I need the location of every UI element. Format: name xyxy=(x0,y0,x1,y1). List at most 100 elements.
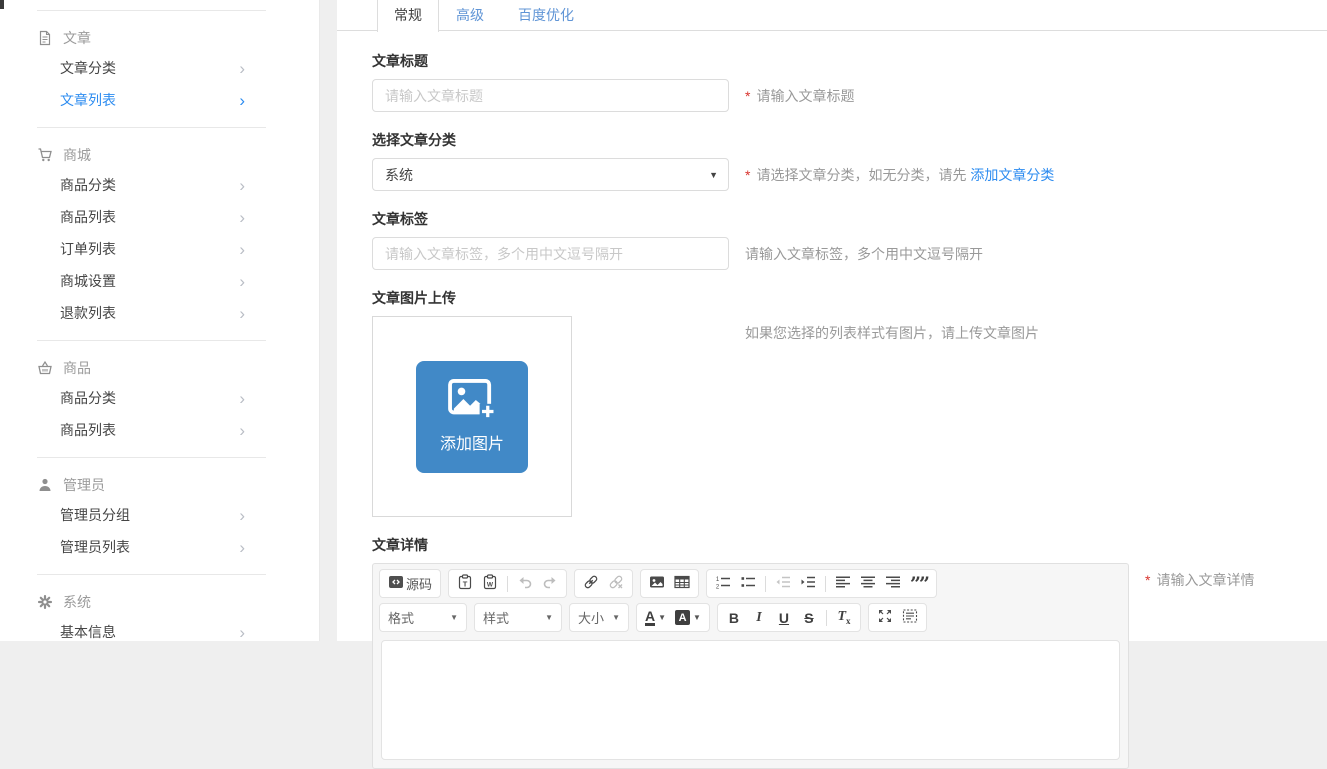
svg-text:1: 1 xyxy=(716,577,720,583)
align-left-button[interactable] xyxy=(835,574,851,594)
ordered-list-button[interactable]: 12 xyxy=(715,574,731,594)
section-title: 文章 xyxy=(63,28,91,48)
sidebar-item-product-list[interactable]: 商品列表 › xyxy=(0,414,319,446)
dropdown-arrow-icon: ▼ xyxy=(450,613,458,622)
toolbar-separator xyxy=(826,610,827,626)
sidebar-item-admin-list[interactable]: 管理员列表 › xyxy=(0,531,319,563)
insert-table-button[interactable] xyxy=(674,574,690,594)
sidebar-section-article: 文章 文章分类 › 文章列表 › xyxy=(0,11,319,127)
chevron-right-icon: › xyxy=(239,60,245,77)
tab-baidu-seo[interactable]: 百度优化 xyxy=(501,0,591,30)
add-image-label: 添加图片 xyxy=(440,430,504,454)
tab-advanced[interactable]: 高级 xyxy=(439,0,501,30)
sidebar-item-article-category[interactable]: 文章分类 › xyxy=(0,52,319,84)
article-tags-input[interactable] xyxy=(372,237,729,270)
editor-content-area[interactable] xyxy=(381,640,1120,760)
field-label: 文章标签 xyxy=(372,209,1327,229)
section-title: 商品 xyxy=(63,358,91,378)
sidebar-item-refund-list[interactable]: 退款列表 › xyxy=(0,297,319,329)
format-select[interactable]: 格式 ▼ xyxy=(379,603,467,632)
sidebar-item-order-list[interactable]: 订单列表 › xyxy=(0,233,319,265)
font-size-select[interactable]: 大小 ▼ xyxy=(569,603,629,632)
outdent-icon xyxy=(775,574,791,593)
chevron-right-icon: › xyxy=(239,539,245,556)
editor-toolbar: 源码 T xyxy=(373,564,1128,637)
background-color-button[interactable]: A ▼ xyxy=(675,608,701,628)
maximize-icon xyxy=(877,608,893,627)
sidebar-item-goods-list[interactable]: 商品列表 › xyxy=(0,201,319,233)
insert-image-button[interactable] xyxy=(649,574,665,594)
image-upload-dropzone[interactable]: 添加图片 xyxy=(372,316,572,517)
align-center-button[interactable] xyxy=(860,574,876,594)
sidebar-item-mall-settings[interactable]: 商城设置 › xyxy=(0,265,319,297)
outdent-button xyxy=(775,574,791,594)
cart-icon xyxy=(37,147,53,163)
blockquote-button[interactable]: ”” xyxy=(910,574,928,594)
sidebar-header-admin[interactable]: 管理员 xyxy=(0,471,319,499)
field-article-image: 文章图片上传 添加图片 如果您选择的列表样式有图片，请上传文章图片 xyxy=(372,288,1327,517)
link-icon xyxy=(583,574,599,593)
chevron-right-icon: › xyxy=(239,209,245,226)
align-right-button[interactable] xyxy=(885,574,901,594)
show-blocks-button[interactable] xyxy=(902,608,918,628)
paste-word-button[interactable]: W xyxy=(482,574,498,594)
tab-general[interactable]: 常规 xyxy=(377,0,439,32)
text-color-icon: A xyxy=(645,610,655,626)
chevron-right-icon: › xyxy=(239,273,245,290)
category-select[interactable]: 系统 ▼ xyxy=(372,158,729,191)
paste-text-icon: T xyxy=(457,574,473,593)
field-hint: 请输入文章标签，多个用中文逗号隔开 xyxy=(745,244,983,264)
add-category-link[interactable]: 添加文章分类 xyxy=(970,167,1054,183)
sidebar-item-goods-category[interactable]: 商品分类 › xyxy=(0,169,319,201)
field-label: 选择文章分类 xyxy=(372,130,1327,150)
field-label: 文章详情 xyxy=(372,535,1327,555)
style-select[interactable]: 样式 ▼ xyxy=(474,603,562,632)
section-title: 系统 xyxy=(63,592,91,612)
italic-button[interactable]: I xyxy=(751,608,767,628)
gear-icon xyxy=(37,594,53,610)
svg-text:W: W xyxy=(487,582,494,589)
article-title-input[interactable] xyxy=(372,79,729,112)
source-code-label: 源码 xyxy=(406,574,432,593)
source-code-button[interactable]: 源码 xyxy=(388,574,432,594)
bold-button[interactable]: B xyxy=(726,608,742,628)
article-form: 文章标题 *请输入文章标题 选择文章分类 系统 ▼ *请选择文章分类，如无分类，… xyxy=(337,31,1327,769)
sidebar-header-system[interactable]: 系统 xyxy=(0,588,319,616)
sidebar-header-mall[interactable]: 商城 xyxy=(0,141,319,169)
unlink-icon xyxy=(608,574,624,593)
chevron-right-icon: › xyxy=(239,624,245,641)
background-color-icon: A xyxy=(675,610,690,625)
toolbar-separator xyxy=(765,576,766,592)
section-title: 管理员 xyxy=(63,475,105,495)
main-panel: 常规 高级 百度优化 文章标题 *请输入文章标题 选择文章分类 系统 ▼ xyxy=(337,0,1327,641)
svg-text:2: 2 xyxy=(716,585,720,591)
paste-word-icon: W xyxy=(482,574,498,593)
toolbar-separator xyxy=(825,576,826,592)
indent-button[interactable] xyxy=(800,574,816,594)
remove-format-button[interactable]: Tx xyxy=(836,608,852,628)
text-color-button[interactable]: A ▼ xyxy=(645,608,666,628)
strikethrough-button[interactable]: S xyxy=(801,608,817,628)
underline-button[interactable]: U xyxy=(776,608,792,628)
section-title: 商城 xyxy=(63,145,91,165)
bullet-list-button[interactable] xyxy=(740,574,756,594)
maximize-button[interactable] xyxy=(877,608,893,628)
basket-icon xyxy=(37,360,53,376)
chevron-right-icon: › xyxy=(239,507,245,524)
sidebar-header-article[interactable]: 文章 xyxy=(0,24,319,52)
image-icon xyxy=(649,574,665,593)
link-button[interactable] xyxy=(583,574,599,594)
sidebar-item-article-list[interactable]: 文章列表 › xyxy=(0,84,319,116)
align-right-icon xyxy=(885,574,901,593)
dropdown-arrow-icon: ▼ xyxy=(612,613,620,622)
sidebar-item-basic-info[interactable]: 基本信息 › xyxy=(0,616,319,648)
sidebar-item-product-category[interactable]: 商品分类 › xyxy=(0,382,319,414)
category-select-value: 系统 xyxy=(385,165,413,185)
field-label: 文章图片上传 xyxy=(372,288,1327,308)
paste-text-button[interactable]: T xyxy=(457,574,473,594)
select-arrow-icon: ▼ xyxy=(709,170,718,180)
sidebar-item-admin-group[interactable]: 管理员分组 › xyxy=(0,499,319,531)
add-image-button[interactable]: 添加图片 xyxy=(416,361,528,473)
sidebar-header-product[interactable]: 商品 xyxy=(0,354,319,382)
chevron-right-icon: › xyxy=(239,92,245,109)
